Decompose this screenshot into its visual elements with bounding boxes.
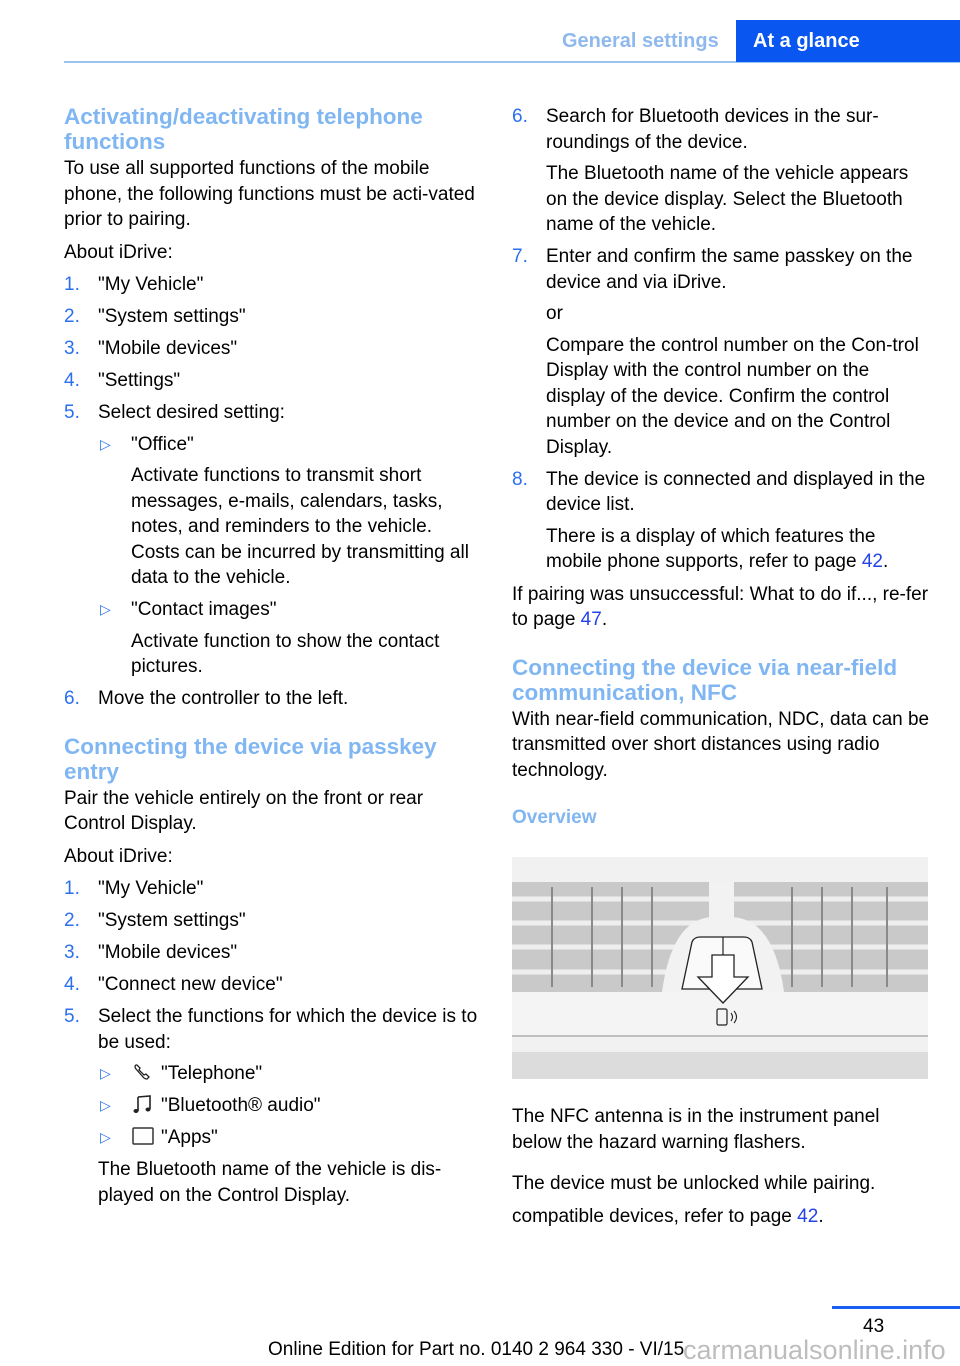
paragraph: compatible devices, refer to page 42. (512, 1205, 824, 1227)
list-item: 1. "My Vehicle" (64, 274, 204, 295)
paragraph: The NFC antenna is in the instrument pan… (512, 1106, 880, 1153)
list-item: 2. "System settings" (64, 306, 246, 327)
list-item: 5. Select desired setting: ▷ "Office" Acti… (64, 400, 480, 680)
paragraph: Pair the vehicle entirely on the front o… (64, 787, 424, 835)
footer-edition: Online Edition for Part no. 0140 2 964 3… (268, 1339, 685, 1360)
header-chapter-tab: At a glance (736, 20, 960, 62)
paragraph: With near-field communication, NDC, data… (512, 708, 930, 781)
triangle-bullet-icon: ▷ (100, 1097, 111, 1113)
page-link-42[interactable]: 42 (862, 551, 883, 572)
paragraph: About iDrive: (64, 241, 173, 263)
steps-list: 1. "My Vehicle" 2. "System settings" 3. "Mo… (64, 876, 480, 1208)
list-item: ▷ "Bluetooth® audio" (98, 1093, 480, 1119)
paragraph: The Bluetooth name of the vehicle is dis… (98, 1159, 442, 1206)
header-section-label: General settings (562, 30, 719, 52)
list-item: ▷ "Contact images" Activate function to s… (100, 599, 440, 677)
steps-list-continued: 6. Search for Bluetooth devices in the su… (512, 104, 932, 575)
list-item: 6. Move the controller to the left. (64, 688, 349, 709)
list-item: ▷ "Apps" (98, 1125, 480, 1151)
apps-icon (132, 1127, 154, 1145)
paragraph: If pairing was unsuccessful: What to do … (512, 583, 929, 631)
page-link-42[interactable]: 42 (797, 1206, 818, 1227)
watermark: carmanualsonline.info (683, 1335, 946, 1365)
list-item: 4. "Settings" (64, 370, 181, 391)
list-item: 3. "Mobile devices" (64, 942, 238, 963)
list-item: 3. "Mobile devices" (64, 338, 238, 359)
functions-list: ▷ "Telephone" ▷ "Bluetooth® audio" ▷ "Ap… (98, 1061, 480, 1151)
right-column: 6. Search for Bluetooth devices in the su… (512, 104, 932, 1236)
header-chapter-label: At a glance (753, 30, 860, 52)
triangle-bullet-icon: ▷ (100, 1065, 111, 1081)
triangle-bullet-icon: ▷ (100, 1129, 111, 1145)
steps-list: 1. "My Vehicle" 2. "System settings" 3. "Mo… (64, 272, 480, 712)
section-title-passkey: Connecting the device via passkey entry (64, 733, 437, 784)
list-item: 1. "My Vehicle" (64, 878, 204, 899)
list-item: ▷ "Office" Activate functions to transmit… (100, 433, 469, 589)
paragraph: About iDrive: (64, 845, 173, 867)
music-note-icon (133, 1095, 151, 1113)
subsection-title-overview: Overview (512, 807, 597, 828)
page-link-47[interactable]: 47 (581, 609, 602, 630)
list-item: 7. Enter and confirm the same passkey on … (512, 246, 919, 458)
section-title-nfc: Connecting the device via near-field com… (512, 654, 898, 705)
nfc-antenna-illustration (512, 856, 928, 1079)
triangle-bullet-icon: ▷ (100, 601, 111, 617)
telephone-icon (134, 1064, 150, 1080)
paragraph: The device must be unlocked while pairin… (512, 1173, 876, 1194)
list-item: ▷ "Telephone" (98, 1061, 480, 1087)
page-number-rule (832, 1306, 960, 1309)
list-item: 5. Select the functions for which the dev… (64, 1004, 480, 1208)
list-item: 8. The device is connected and displayed … (512, 468, 926, 573)
triangle-bullet-icon: ▷ (100, 435, 111, 452)
options-list: ▷ "Office" Activate functions to transmit… (98, 432, 480, 680)
list-item: 2. "System settings" (64, 910, 246, 931)
paragraph: To use all supported functions of the mo… (64, 158, 475, 230)
section-title-telephone-functions: Activating/deactivating telephone functi… (64, 104, 423, 154)
list-item: 6. Search for Bluetooth devices in the su… (512, 106, 909, 235)
list-item: 4. "Connect new device" (64, 974, 283, 995)
left-column: Activating/deactivating telephone functi… (64, 104, 480, 1215)
